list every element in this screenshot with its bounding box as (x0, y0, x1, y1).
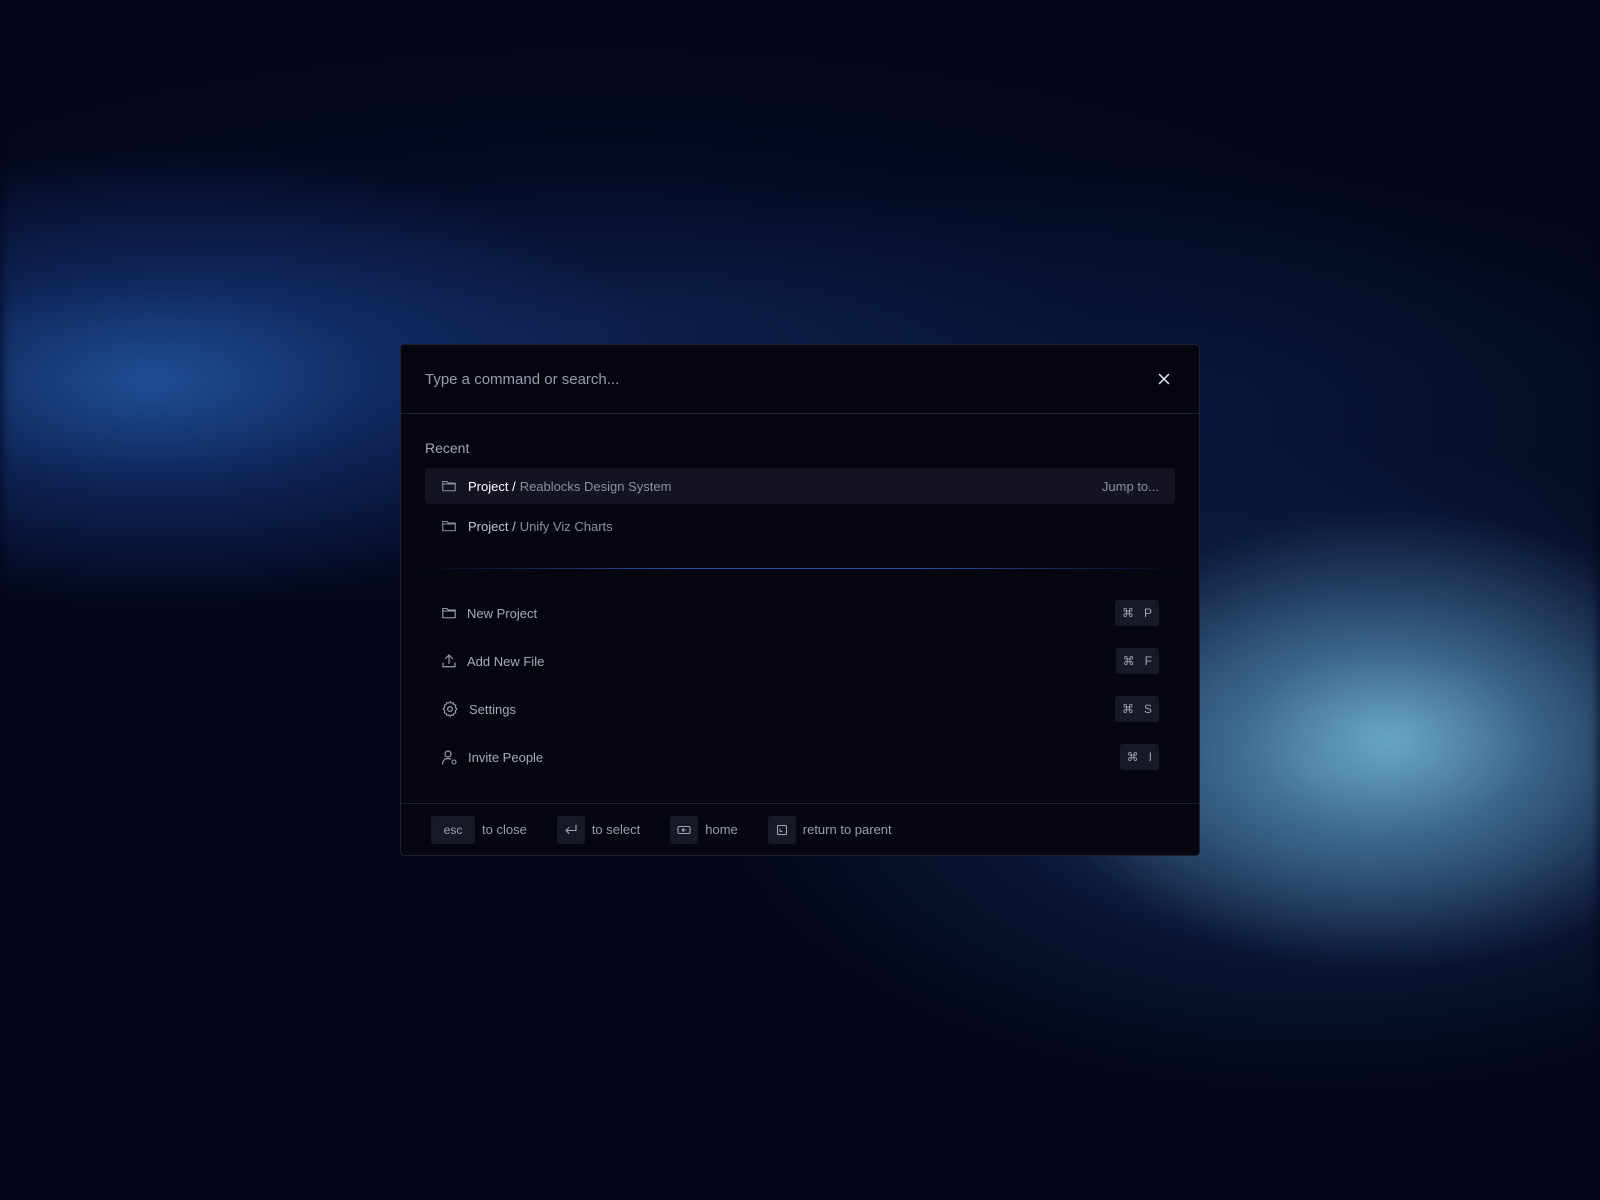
recent-item-name: Reablocks Design System (519, 478, 672, 494)
close-icon (1158, 373, 1170, 385)
jump-to-hint: Jump to... (1101, 478, 1159, 494)
hint-home: home (670, 815, 738, 844)
command-key-icon: ⌘ (1122, 654, 1135, 668)
actions-list: New Project ⌘ P Add New File ⌘ F Setting… (425, 591, 1175, 783)
folder-icon (441, 605, 457, 621)
hint-label: return to parent (802, 822, 892, 837)
shortcut-key: P (1143, 606, 1152, 620)
hint-return-parent: return to parent (767, 815, 892, 844)
hint-select: to select (556, 815, 641, 844)
shortcut-badge: ⌘ F (1115, 648, 1159, 674)
folder-icon (441, 518, 457, 534)
action-label: Settings (469, 701, 516, 717)
recent-item-reablocks[interactable]: Project / Reablocks Design System Jump t… (425, 468, 1175, 504)
hint-label: to select (591, 822, 641, 837)
shortcut-badge: ⌘ P (1114, 600, 1159, 626)
shortcut-badge: ⌘ S (1114, 696, 1159, 722)
search-row (401, 345, 1199, 414)
action-settings[interactable]: Settings ⌘ S (425, 687, 1175, 731)
backspace-icon (670, 815, 699, 844)
recent-item-unify[interactable]: Project / Unify Viz Charts (425, 508, 1175, 544)
user-settings-icon (441, 749, 458, 766)
recent-item-prefix: Project / (468, 478, 516, 494)
command-key-icon: ⌘ (1121, 702, 1134, 716)
hint-close: esc to close (431, 815, 527, 844)
shortcut-key: S (1143, 702, 1152, 716)
shortcut-key: F (1144, 654, 1152, 668)
action-label: New Project (467, 605, 538, 621)
command-key-icon: ⌘ (1121, 606, 1134, 620)
gear-icon (441, 700, 459, 718)
recent-section: Recent Project / Reablocks Design System… (401, 414, 1199, 544)
action-new-project[interactable]: New Project ⌘ P (425, 591, 1175, 635)
section-divider (417, 568, 1183, 569)
return-parent-icon (767, 815, 796, 844)
enter-icon (556, 815, 585, 844)
recent-item-prefix: Project / (468, 518, 516, 534)
shortcut-badge: ⌘ I (1119, 744, 1159, 770)
hint-label: to close (482, 822, 527, 837)
action-invite-people[interactable]: Invite People ⌘ I (425, 735, 1175, 779)
recent-item-name: Unify Viz Charts (519, 518, 613, 534)
action-label: Invite People (468, 749, 544, 765)
shortcut-key: I (1148, 750, 1152, 764)
hint-label: home (705, 822, 738, 837)
esc-key: esc (431, 815, 475, 844)
close-button[interactable] (1153, 368, 1175, 390)
command-key-icon: ⌘ (1126, 750, 1139, 764)
recent-title: Recent (425, 440, 470, 456)
search-input[interactable] (425, 370, 1153, 388)
action-label: Add New File (467, 653, 545, 669)
keyboard-hints-footer: esc to close to select home return to pa… (401, 803, 1199, 855)
command-palette: Recent Project / Reablocks Design System… (400, 344, 1200, 856)
action-add-new-file[interactable]: Add New File ⌘ F (425, 639, 1175, 683)
upload-icon (441, 653, 457, 669)
folder-icon (441, 478, 457, 494)
